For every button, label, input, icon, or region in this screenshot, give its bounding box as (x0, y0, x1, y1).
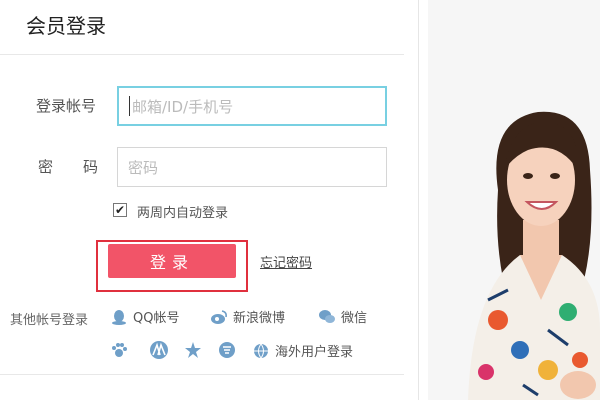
overseas-label: 海外用户登录 (275, 345, 354, 360)
woman-portrait-image (468, 111, 600, 400)
qq-login[interactable]: QQ帐号 (110, 307, 179, 326)
account-input[interactable]: 邮箱/ID/手机号 (117, 86, 387, 126)
account-label: 登录帐号 (36, 97, 97, 115)
bottom-divider (0, 374, 404, 375)
page-title: 会员登录 (26, 14, 106, 38)
globe-icon (254, 343, 268, 359)
account-placeholder: 邮箱/ID/手机号 (132, 97, 234, 116)
password-input[interactable]: 密码 (117, 147, 387, 187)
password-label: 密 码 (38, 158, 99, 176)
other-login-label: 其他帐号登录 (10, 313, 89, 328)
wechat-login[interactable]: 微信 (318, 307, 367, 326)
login-panel: 会员登录 登录帐号 邮箱/ID/手机号 密 码 密码 ✔ 两周内自动登录 登录 … (0, 0, 428, 400)
password-placeholder: 密码 (128, 158, 159, 177)
forgot-password-link[interactable]: 忘记密码 (260, 252, 312, 271)
text-cursor (129, 96, 130, 116)
check-icon: ✔ (114, 203, 126, 217)
weibo-login[interactable]: 新浪微博 (210, 307, 285, 326)
douban-icon[interactable] (218, 341, 236, 359)
login-button[interactable]: 登录 (108, 244, 236, 278)
weibo-label: 新浪微博 (233, 311, 286, 326)
weibo-icon (211, 309, 227, 324)
model-photo (428, 0, 600, 400)
panel-divider (418, 0, 419, 400)
panel-header: 会员登录 (0, 0, 404, 55)
remember-label: 两周内自动登录 (137, 206, 229, 221)
renren-icon[interactable] (148, 341, 170, 359)
overseas-login[interactable]: 海外用户登录 (252, 341, 353, 360)
baidu-paw-icon[interactable] (110, 341, 128, 359)
kaixin-icon[interactable] (184, 341, 202, 359)
wechat-label: 微信 (341, 311, 368, 326)
wechat-icon (319, 309, 335, 323)
remember-checkbox[interactable]: ✔ (113, 203, 127, 217)
qq-label: QQ帐号 (133, 311, 180, 326)
qq-icon (112, 309, 126, 325)
